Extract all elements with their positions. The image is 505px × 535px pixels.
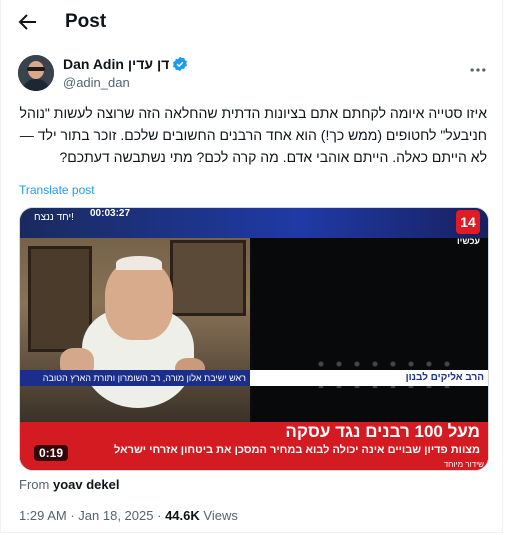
author-handle[interactable]: @adin_dan	[63, 75, 130, 90]
post-text: איזו סטייה איומה לקחתם אתם בציונות הדתית…	[19, 105, 487, 165]
banner-headline: מעל 100 רבנים נגד עסקה	[285, 422, 480, 441]
meta-separator: ·	[70, 508, 75, 523]
role-strip: ראש ישיבת אלון מורה, רב השומרון ותורת הא…	[20, 370, 250, 386]
translate-post-link[interactable]: Translate post	[19, 183, 95, 197]
back-arrow-icon[interactable]	[15, 10, 39, 34]
channel-sub-label: עכשיו	[456, 236, 480, 246]
post-page: Post Dan Adin דן עדין @adin_dan איזו סטי…	[0, 0, 503, 533]
author-name-row[interactable]: Dan Adin דן עדין	[63, 56, 188, 72]
video-player[interactable]: יחד ננצח! 00:03:27 14 עכשיו ראש ישיבת אל…	[19, 207, 489, 471]
post-time[interactable]: 1:29 AM	[19, 508, 67, 523]
name-strip: הרב אליקים לבנון	[250, 370, 488, 386]
live-label: שידור מיוחד	[443, 460, 484, 469]
view-count: 44.6K	[165, 508, 200, 523]
video-source: From yoav dekel	[19, 477, 119, 492]
post-metadata: 1:29 AM · Jan 18, 2025 · 44.6K Views	[19, 508, 238, 523]
video-right-panel	[252, 238, 488, 422]
more-options-icon[interactable]	[468, 60, 488, 80]
meta-separator: ·	[157, 508, 162, 523]
video-duration: 0:19	[34, 445, 69, 461]
views-label: Views	[203, 508, 238, 523]
video-top-text: יחד ננצח!	[34, 212, 74, 223]
from-prefix: From	[19, 477, 50, 492]
from-source-link[interactable]: yoav dekel	[53, 477, 120, 492]
channel-logo: 14	[456, 210, 480, 234]
page-title: Post	[65, 11, 107, 32]
video-timer: 00:03:27	[90, 208, 131, 219]
top-bar: Post	[1, 0, 502, 44]
verified-badge-icon	[173, 56, 188, 72]
post-date[interactable]: Jan 18, 2025	[78, 508, 153, 523]
avatar[interactable]	[18, 55, 54, 91]
video-left-panel	[20, 208, 250, 422]
author-display-name[interactable]: Dan Adin דן עדין	[63, 56, 169, 72]
banner-subline: מצוות פדיון שבויים אינה יכולה לבוא במחיר…	[114, 444, 480, 456]
video-top-bar: יחד ננצח! 00:03:27 14	[20, 208, 488, 238]
